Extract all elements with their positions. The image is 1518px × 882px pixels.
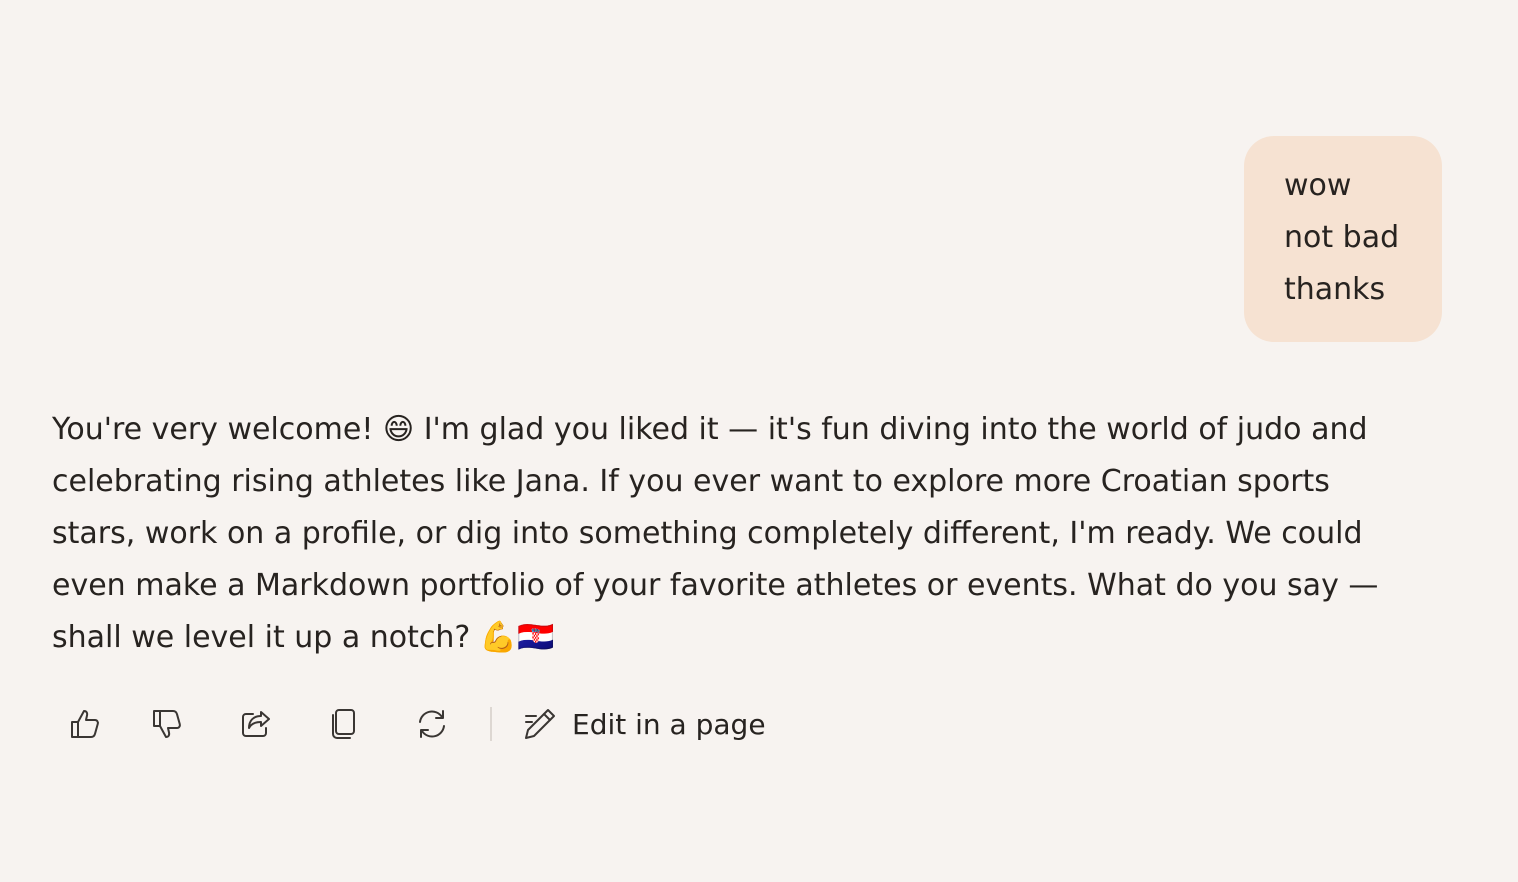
share-button[interactable] [212, 700, 300, 748]
user-message-line: thanks [1284, 272, 1386, 307]
share-icon [242, 711, 270, 737]
assistant-message: You're very welcome! 😄 I'm glad you like… [52, 412, 1379, 655]
regenerate-button[interactable] [388, 700, 476, 748]
edit-in-page-button[interactable]: Edit in a page [522, 700, 766, 748]
copy-icon [332, 709, 355, 739]
thumbs-up-icon [71, 710, 99, 738]
dislike-button[interactable] [124, 700, 212, 748]
user-message-line: not bad [1284, 220, 1400, 255]
action-divider [490, 707, 492, 741]
user-message-line: wow [1284, 168, 1352, 203]
like-button[interactable] [52, 700, 124, 748]
regenerate-icon [419, 710, 445, 738]
thumbs-down-icon [153, 710, 181, 738]
edit-in-page-label: Edit in a page [572, 707, 766, 741]
edit-pencil-icon [525, 709, 555, 739]
user-message-bubble: wow not bad thanks [1244, 136, 1442, 342]
message-action-bar: Edit in a page [52, 700, 766, 748]
copy-button[interactable] [300, 700, 388, 748]
